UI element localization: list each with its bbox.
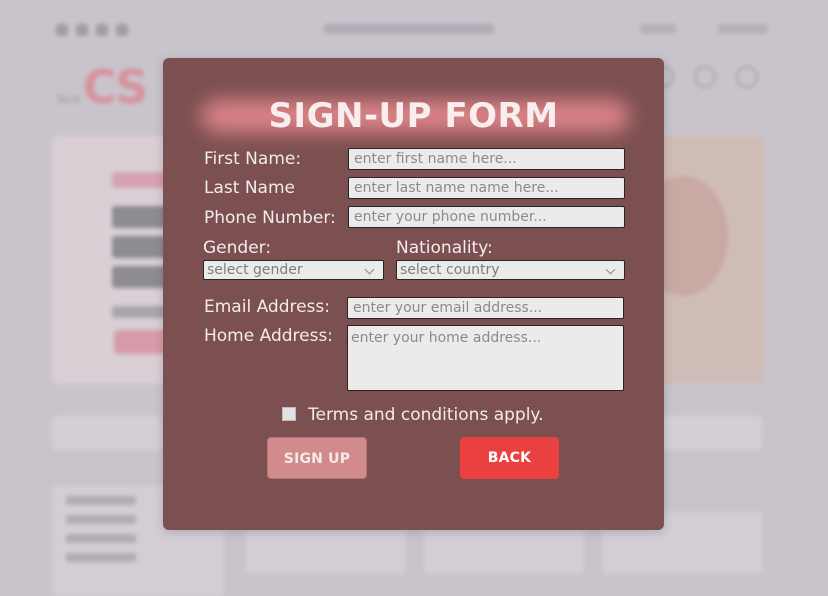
instagram-icon xyxy=(96,24,108,36)
first-name-input[interactable] xyxy=(348,148,625,170)
twitter-icon xyxy=(76,24,88,36)
social-links xyxy=(56,24,128,36)
form-title-wrap: SIGN-UP FORM xyxy=(163,94,664,138)
currency-selector xyxy=(640,24,676,34)
shipping-notice xyxy=(324,24,494,34)
phone-number-input[interactable] xyxy=(348,206,625,228)
nationality-select-value: select country xyxy=(400,262,500,278)
email-address-input[interactable] xyxy=(347,297,624,319)
cart-icon xyxy=(736,66,758,88)
linkedin-icon xyxy=(116,24,128,36)
terms-checkbox[interactable] xyxy=(282,407,296,421)
gender-label: Gender: xyxy=(203,238,272,258)
nationality-select[interactable]: select country xyxy=(396,260,625,280)
heart-icon xyxy=(694,66,716,88)
facebook-icon xyxy=(56,24,68,36)
home-address-label: Home Address: xyxy=(204,326,334,346)
gender-select[interactable]: select gender xyxy=(203,260,384,280)
email-address-label: Email Address: xyxy=(204,297,330,317)
language-selector xyxy=(718,24,768,34)
header-icons xyxy=(652,66,758,88)
back-button[interactable]: BACK xyxy=(460,437,559,479)
gender-select-value: select gender xyxy=(207,262,303,278)
phone-number-label: Phone Number: xyxy=(204,208,336,228)
nationality-label: Nationality: xyxy=(396,238,493,258)
chevron-down-icon xyxy=(364,264,375,275)
terms-label: Terms and conditions apply. xyxy=(308,405,544,425)
sign-up-button[interactable]: SIGN UP xyxy=(267,437,367,479)
last-name-label: Last Name xyxy=(204,178,295,198)
chevron-down-icon xyxy=(605,264,616,275)
last-name-input[interactable] xyxy=(348,177,625,199)
top-bar xyxy=(56,22,768,38)
site-logo: TechCS xyxy=(56,60,148,114)
form-title: SIGN-UP FORM xyxy=(268,96,559,136)
home-address-textarea[interactable] xyxy=(347,325,624,391)
first-name-label: First Name: xyxy=(204,149,302,169)
signup-modal: SIGN-UP FORM First Name: Last Name Phone… xyxy=(163,58,664,530)
